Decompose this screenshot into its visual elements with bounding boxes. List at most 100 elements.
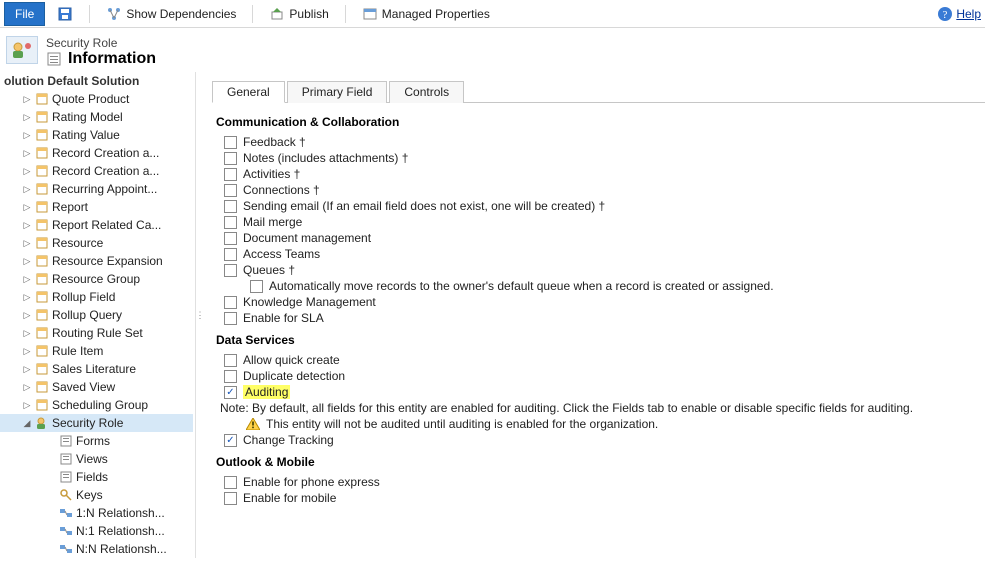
- checkbox-auditing[interactable]: [224, 386, 237, 399]
- tab[interactable]: Primary Field: [287, 81, 388, 103]
- tree-node-label: Rollup Field: [52, 289, 115, 305]
- tree-node-label: Sales Literature: [52, 361, 136, 377]
- option-row: Enable for SLA: [224, 311, 973, 325]
- tree-node-label: Rating Model: [52, 109, 123, 125]
- checkbox[interactable]: [224, 476, 237, 489]
- tree-node[interactable]: ▷Record Creation a...: [0, 144, 193, 162]
- checkbox[interactable]: [224, 232, 237, 245]
- tree-node[interactable]: ▷Record Creation a...: [0, 162, 193, 180]
- tree-node-label: Scheduling Group: [52, 397, 148, 413]
- tree-node[interactable]: ▷ Sales Literature: [0, 360, 193, 378]
- expand-toggle-icon[interactable]: ▷: [22, 199, 32, 215]
- checkbox[interactable]: [224, 216, 237, 229]
- navigation-tree[interactable]: ▷Quote Product▷Rating Model▷Rating Value…: [0, 90, 195, 558]
- expand-toggle-icon[interactable]: ▷: [22, 271, 32, 287]
- help-button[interactable]: ? Help: [937, 6, 981, 22]
- option-label: Allow quick create: [243, 353, 340, 367]
- expand-toggle-icon[interactable]: ▷: [22, 91, 32, 107]
- tab[interactable]: Controls: [389, 81, 464, 103]
- file-menu-button[interactable]: File: [4, 2, 45, 26]
- solution-title: olution Default Solution: [0, 72, 195, 90]
- checkbox[interactable]: [224, 370, 237, 383]
- checkbox[interactable]: [224, 248, 237, 261]
- tree-node[interactable]: ▷Recurring Appoint...: [0, 180, 193, 198]
- tree-node[interactable]: ▷Saved View: [0, 378, 193, 396]
- expand-toggle-icon[interactable]: ▷: [22, 127, 32, 143]
- save-button[interactable]: [51, 0, 79, 27]
- tree-node[interactable]: ▷Rating Value: [0, 126, 193, 144]
- checkbox[interactable]: [224, 200, 237, 213]
- tree-node[interactable]: ▷ Rating Model: [0, 108, 193, 126]
- expand-toggle-icon[interactable]: ▷: [22, 181, 32, 197]
- checkbox[interactable]: [224, 296, 237, 309]
- option-label: Activities †: [243, 167, 300, 181]
- option-label: Access Teams: [243, 247, 320, 261]
- tab[interactable]: General: [212, 81, 285, 103]
- help-icon: ?: [937, 6, 953, 22]
- tree-node[interactable]: ▷ Scheduling Group: [0, 396, 193, 414]
- tree-node[interactable]: ▷Quote Product: [0, 90, 193, 108]
- tree-node[interactable]: ▷Resource Expansion: [0, 252, 193, 270]
- tree-node[interactable]: N:N Relationsh...: [0, 540, 193, 558]
- checkbox[interactable]: [224, 184, 237, 197]
- expand-toggle-icon[interactable]: ▷: [22, 289, 32, 305]
- splitter[interactable]: ⋮: [196, 72, 204, 558]
- checkbox-queues-auto[interactable]: [250, 280, 263, 293]
- expand-toggle-icon[interactable]: ▷: [22, 163, 32, 179]
- expand-toggle-icon[interactable]: ▷: [22, 109, 32, 125]
- tree-node[interactable]: ▷ Resource Group: [0, 270, 193, 288]
- page-header: Security Role Information: [0, 28, 985, 72]
- checkbox[interactable]: [224, 492, 237, 505]
- tree-node[interactable]: Keys: [0, 486, 193, 504]
- change-tracking-row: Change Tracking: [224, 433, 973, 447]
- expand-toggle-icon[interactable]: ▷: [22, 379, 32, 395]
- entity-icon: [35, 272, 49, 286]
- checkbox[interactable]: [224, 168, 237, 181]
- expand-toggle-icon[interactable]: ▷: [22, 253, 32, 269]
- publish-button[interactable]: Publish: [263, 0, 334, 27]
- tree-node[interactable]: 1:N Relationsh...: [0, 504, 193, 522]
- expand-toggle-icon[interactable]: ▷: [22, 397, 32, 413]
- option-row: Connections †: [224, 183, 973, 197]
- entity-icon: [35, 254, 49, 268]
- expand-toggle-icon[interactable]: ▷: [22, 307, 32, 323]
- checkbox[interactable]: [224, 312, 237, 325]
- option-label: Queues †: [243, 263, 295, 277]
- option-label: Mail merge: [243, 215, 302, 229]
- tree-node[interactable]: ▷Rule Item: [0, 342, 193, 360]
- tree-node[interactable]: Fields: [0, 468, 193, 486]
- checkbox[interactable]: [224, 136, 237, 149]
- tree-node-label: Resource Group: [52, 271, 140, 287]
- expand-toggle-icon[interactable]: ▷: [22, 145, 32, 161]
- tree-node[interactable]: ▷Report Related Ca...: [0, 216, 193, 234]
- expand-toggle-icon[interactable]: ◢: [22, 415, 32, 431]
- option-row: Mail merge: [224, 215, 973, 229]
- checkbox[interactable]: [224, 152, 237, 165]
- option-row: Activities †: [224, 167, 973, 181]
- expand-toggle-icon[interactable]: ▷: [22, 343, 32, 359]
- show-dependencies-button[interactable]: Show Dependencies: [100, 0, 242, 27]
- option-label: Enable for mobile: [243, 491, 336, 505]
- checkbox[interactable]: [224, 354, 237, 367]
- tree-node[interactable]: ◢Security Role: [0, 414, 193, 432]
- tree-node[interactable]: Forms: [0, 432, 193, 450]
- expand-toggle-icon[interactable]: ▷: [22, 235, 32, 251]
- checkbox-change-tracking[interactable]: [224, 434, 237, 447]
- tree-node[interactable]: N:1 Relationsh...: [0, 522, 193, 540]
- form-content[interactable]: Communication & Collaboration Feedback †…: [204, 103, 985, 558]
- managed-properties-button[interactable]: Managed Properties: [356, 0, 496, 27]
- expand-toggle-icon[interactable]: ▷: [22, 325, 32, 341]
- expand-toggle-icon[interactable]: ▷: [22, 217, 32, 233]
- entity-icon: [59, 524, 73, 538]
- expand-toggle-icon[interactable]: ▷: [22, 361, 32, 377]
- tree-node[interactable]: ▷Resource: [0, 234, 193, 252]
- tree-node-label: 1:N Relationsh...: [76, 505, 165, 521]
- sidebar: olution Default Solution ▷Quote Product▷…: [0, 72, 196, 558]
- tree-node[interactable]: ▷Routing Rule Set: [0, 324, 193, 342]
- tree-node[interactable]: ▷Report: [0, 198, 193, 216]
- tree-node[interactable]: Views: [0, 450, 193, 468]
- checkbox[interactable]: [224, 264, 237, 277]
- entity-icon: [59, 488, 73, 502]
- tree-node[interactable]: ▷Rollup Query: [0, 306, 193, 324]
- tree-node[interactable]: ▷ Rollup Field: [0, 288, 193, 306]
